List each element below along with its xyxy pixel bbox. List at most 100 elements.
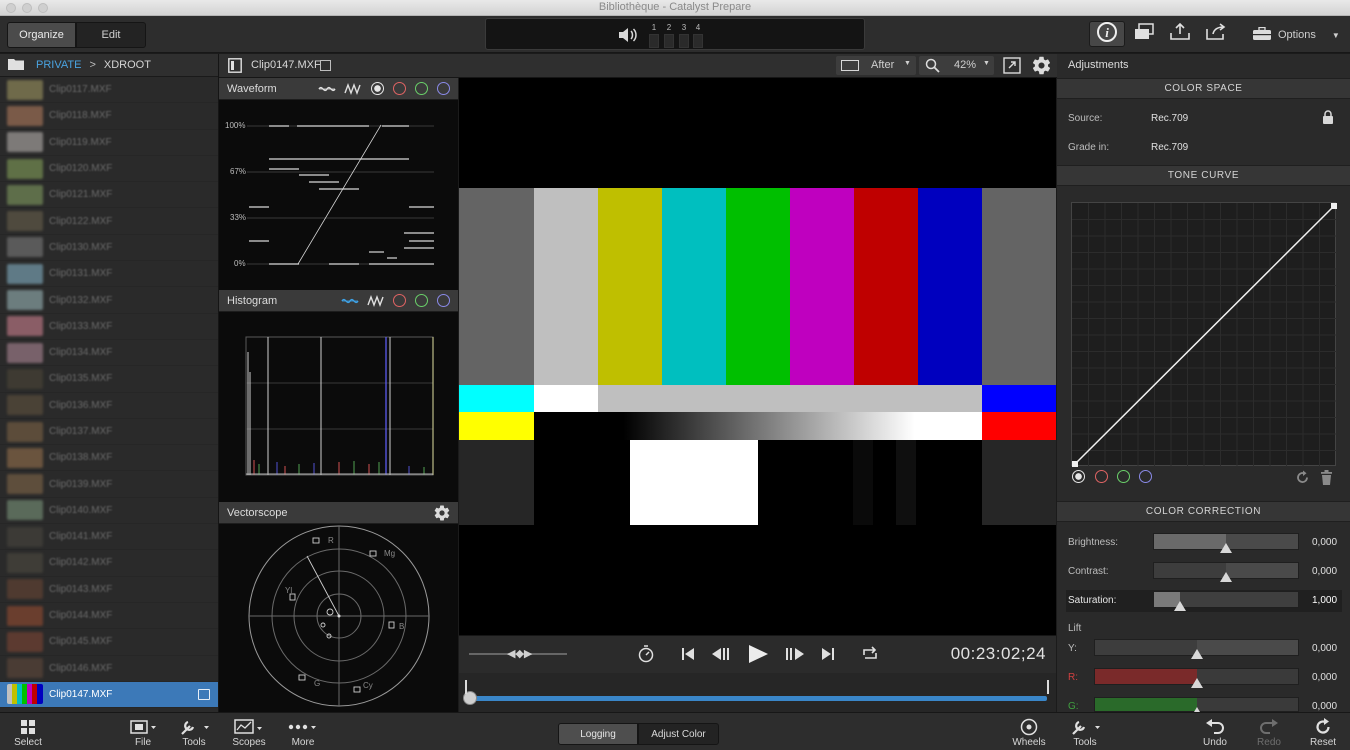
lift-y-slider[interactable] [1094,639,1299,659]
clip-item[interactable]: Clip0143.MXF [0,577,218,603]
speaker-icon[interactable] [618,27,638,48]
redo-button[interactable]: Redo [1252,717,1286,748]
saturation-value[interactable]: 1,000 [1312,595,1337,606]
clip-item[interactable]: Clip0142.MXF [0,550,218,577]
brightness-slider-thumb[interactable] [1220,543,1232,553]
clip-item[interactable]: Clip0130.MXF [0,235,218,262]
note-icon[interactable] [320,60,331,71]
clip-item[interactable]: Clip0146.MXF [0,656,218,682]
adjust-color-tab[interactable]: Adjust Color [638,723,719,745]
clip-item[interactable]: Clip0131.MXF [0,261,218,288]
tools-menu-button[interactable]: Tools [176,717,212,748]
previous-frame-icon[interactable] [711,646,733,667]
info-button[interactable]: i [1089,21,1125,47]
organize-button[interactable]: Organize [7,22,76,48]
clip-item[interactable]: Clip0144.MXF [0,603,218,630]
histogram-luma-icon[interactable] [341,295,359,310]
brightness-value[interactable]: 0,000 [1312,537,1337,548]
logging-tab[interactable]: Logging [558,723,638,745]
note-icon[interactable] [198,688,210,700]
histogram-green-toggle[interactable] [415,294,428,307]
brightness-slider[interactable] [1153,533,1299,553]
curve-delete-trash-icon[interactable] [1320,470,1333,490]
clip-item[interactable]: Clip0120.MXF [0,156,218,183]
contrast-slider-thumb[interactable] [1220,572,1232,582]
clip-item[interactable]: Clip0117.MXF [0,77,218,104]
contrast-value[interactable]: 0,000 [1312,566,1337,577]
saturation-slider[interactable] [1153,591,1299,611]
clip-item[interactable]: Clip0135.MXF [0,366,218,393]
view-mode-select[interactable]: After ▼ [836,56,916,75]
tools-right-menu-button[interactable]: Tools [1066,717,1104,748]
edit-button[interactable]: Edit [76,22,146,48]
clip-item[interactable]: Clip0137.MXF [0,419,218,446]
sidebar-toggle-icon[interactable] [228,58,242,78]
reset-button[interactable]: Reset [1306,717,1340,748]
lift-y-value[interactable]: 0,000 [1312,643,1337,654]
zoom-select[interactable]: 42% ▼ [919,56,994,75]
clip-item[interactable]: Clip0132.MXF [0,287,218,314]
lift-y-slider-thumb[interactable] [1190,649,1203,659]
lift-r-slider[interactable] [1094,668,1299,688]
folder-icon[interactable] [8,58,24,73]
waveform-rgb-icon[interactable] [344,83,362,98]
more-menu-button[interactable]: More [286,717,320,748]
lift-g-slider[interactable] [1094,697,1299,717]
curve-luma-toggle[interactable] [1072,470,1085,483]
clip-item[interactable]: Clip0118.MXF [0,103,218,130]
source-value[interactable]: Rec.709 [1151,113,1188,124]
breadcrumb-xdroot[interactable]: XDROOT [104,59,151,71]
loop-icon[interactable] [861,646,879,667]
contrast-slider[interactable] [1153,562,1299,582]
shuttle-handle-icon[interactable]: ◀◆▶ [507,647,532,660]
lift-r-slider-thumb[interactable] [1190,678,1203,688]
tone-curve-editor[interactable] [1071,202,1337,467]
clip-item[interactable]: Clip0134.MXF [0,340,218,367]
share-button[interactable] [1202,21,1230,47]
curve-red-toggle[interactable] [1095,470,1108,483]
windows-button[interactable] [1130,21,1158,47]
clip-item[interactable]: Clip0140.MXF [0,498,218,525]
lift-r-value[interactable]: 0,000 [1312,672,1337,683]
waveform-green-toggle[interactable] [415,82,428,95]
play-icon[interactable] [747,644,769,669]
upload-button[interactable] [1166,21,1194,47]
out-point-marker[interactable] [1047,680,1049,694]
clip-item[interactable]: Clip0138.MXF [0,445,218,472]
clip-item[interactable]: Clip0141.MXF [0,524,218,551]
lock-icon[interactable] [1322,110,1334,129]
clip-item[interactable]: Clip0122.MXF [0,208,218,235]
next-frame-icon[interactable] [784,646,806,667]
clip-item[interactable]: Clip0121.MXF [0,182,218,209]
waveform-red-toggle[interactable] [393,82,406,95]
histogram-rgb-icon[interactable] [367,295,385,310]
select-button[interactable]: Select [10,717,46,748]
file-menu-button[interactable]: File [124,717,162,748]
scopes-menu-button[interactable]: Scopes [230,717,268,748]
waveform-blue-toggle[interactable] [437,82,450,95]
go-to-start-icon[interactable] [681,646,695,667]
curve-blue-toggle[interactable] [1139,470,1152,483]
clip-item-selected[interactable]: Clip0147.MXF [0,681,218,709]
fit-screen-icon[interactable] [1003,57,1021,79]
clip-item[interactable]: Clip0139.MXF [0,471,218,498]
clip-item[interactable]: Clip0133.MXF [0,314,218,340]
breadcrumb-private[interactable]: PRIVATE [36,59,81,71]
video-viewer[interactable] [459,78,1056,635]
go-to-end-icon[interactable] [821,646,835,667]
saturation-slider-thumb[interactable] [1173,601,1186,611]
histogram-red-toggle[interactable] [393,294,406,307]
grade-in-value[interactable]: Rec.709 [1151,142,1188,153]
undo-button[interactable]: Undo [1198,717,1232,748]
timer-icon[interactable] [638,645,654,668]
curve-reset-icon[interactable] [1295,470,1310,490]
timeline-track[interactable] [467,696,1047,701]
lift-g-value[interactable]: 0,000 [1312,701,1337,712]
waveform-all-channels-toggle[interactable] [371,82,384,95]
waveform-luma-icon[interactable] [318,83,336,98]
wheels-button[interactable]: Wheels [1010,717,1048,748]
in-point-marker[interactable] [465,680,467,694]
vectorscope-settings-gear-icon[interactable] [433,504,451,525]
clip-item[interactable]: Clip0136.MXF [0,393,218,419]
histogram-blue-toggle[interactable] [437,294,450,307]
